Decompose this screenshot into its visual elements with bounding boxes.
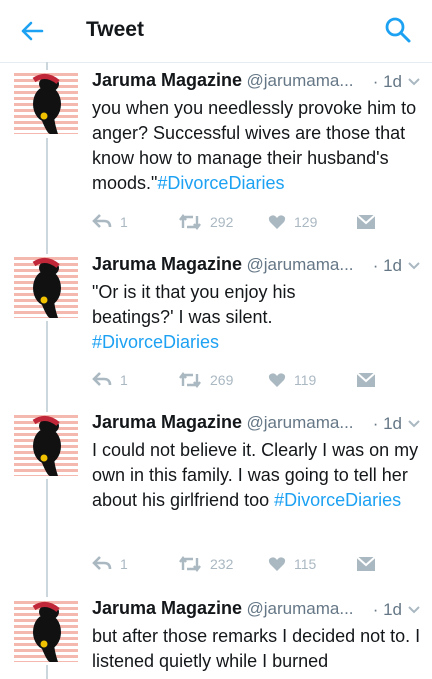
timestamp: · 1d (372, 72, 402, 91)
author-name[interactable]: Jaruma Magazine (92, 70, 242, 90)
back-button[interactable] (16, 15, 48, 47)
retweet-count: 292 (210, 214, 234, 230)
avatar[interactable] (14, 412, 78, 476)
tweet-text: you when you needlessly provoke him to a… (92, 98, 417, 193)
page-title: Tweet (86, 18, 144, 41)
tweet-header: Jaruma Magazine @jarumama... · 1d (92, 254, 422, 278)
tweet-actions: 1 232 115 (92, 552, 422, 576)
chevron-down-icon[interactable] (406, 602, 422, 618)
like-count: 115 (294, 556, 317, 572)
author-name[interactable]: Jaruma Magazine (92, 598, 242, 618)
search-button[interactable] (382, 14, 414, 46)
like-count: 119 (294, 372, 317, 388)
reply-count: 1 (120, 556, 128, 572)
timestamp: · 1d (372, 256, 402, 275)
chevron-down-icon[interactable] (406, 74, 422, 90)
top-bar: Tweet (0, 0, 432, 63)
reply-icon (92, 372, 112, 386)
retweet-icon (179, 372, 201, 388)
retweet-count: 269 (210, 372, 234, 388)
tweet-actions: 1 269 119 (92, 368, 422, 392)
avatar[interactable] (14, 70, 78, 134)
hashtag-link[interactable]: #DivorceDiaries (157, 173, 284, 193)
tweet-header: Jaruma Magazine @jarumama... · 1d (92, 598, 422, 622)
tweet-actions: 1 292 129 (92, 210, 422, 234)
reply-count: 1 (120, 372, 128, 388)
retweet-button[interactable]: 292 (178, 210, 233, 234)
like-button[interactable]: 129 (268, 210, 317, 234)
reply-button[interactable]: 1 (92, 552, 128, 576)
reply-count: 1 (120, 214, 128, 230)
tweet[interactable]: Jaruma Magazine @jarumama... · 1d but af… (0, 598, 432, 679)
author-handle[interactable]: @jarumama... (247, 71, 354, 90)
reply-icon (92, 556, 112, 570)
author-name[interactable]: Jaruma Magazine (92, 412, 242, 432)
author-handle[interactable]: @jarumama... (247, 413, 354, 432)
retweet-button[interactable]: 232 (178, 552, 233, 576)
dm-button[interactable] (356, 210, 376, 234)
like-button[interactable]: 115 (268, 552, 316, 576)
timestamp: · 1d (372, 414, 402, 433)
hashtag-link[interactable]: #DivorceDiaries (92, 332, 219, 352)
chevron-down-icon[interactable] (406, 258, 422, 274)
tweet-text: "Or is it that you enjoy his beatings?' … (92, 282, 296, 352)
retweet-button[interactable]: 269 (178, 368, 233, 392)
hashtag-link[interactable]: #DivorceDiaries (274, 490, 401, 510)
chevron-down-icon[interactable] (406, 416, 422, 432)
tweet[interactable]: Jaruma Magazine @jarumama... · 1d I coul… (0, 412, 432, 582)
tweet[interactable]: Jaruma Magazine @jarumama... · 1d "Or is… (0, 254, 432, 404)
heart-icon (268, 215, 286, 229)
tweet-header: Jaruma Magazine @jarumama... · 1d (92, 412, 422, 436)
thread-line (46, 62, 48, 70)
tweet[interactable]: Jaruma Magazine @jarumama... · 1d you wh… (0, 70, 432, 240)
heart-icon (268, 557, 286, 571)
author-handle[interactable]: @jarumama... (247, 255, 354, 274)
like-button[interactable]: 119 (268, 368, 316, 392)
arrow-left-icon (21, 21, 44, 41)
author-handle[interactable]: @jarumama... (247, 599, 354, 618)
envelope-icon (356, 214, 376, 229)
search-icon (385, 17, 411, 43)
reply-button[interactable]: 1 (92, 368, 128, 392)
reply-icon (92, 214, 112, 228)
avatar[interactable] (14, 254, 78, 318)
retweet-count: 232 (210, 556, 234, 572)
like-count: 129 (294, 214, 318, 230)
tweet-text: I could not believe it. Clearly I was on… (92, 440, 419, 510)
envelope-icon (356, 556, 376, 571)
tweet-text: but after those remarks I decided not to… (92, 626, 421, 671)
heart-icon (268, 373, 286, 387)
dm-button[interactable] (356, 368, 376, 392)
tweet-header: Jaruma Magazine @jarumama... · 1d (92, 70, 422, 94)
retweet-icon (179, 556, 201, 572)
author-name[interactable]: Jaruma Magazine (92, 254, 242, 274)
retweet-icon (179, 214, 201, 230)
reply-button[interactable]: 1 (92, 210, 128, 234)
envelope-icon (356, 372, 376, 387)
timestamp: · 1d (372, 600, 402, 619)
avatar[interactable] (14, 598, 78, 662)
dm-button[interactable] (356, 552, 376, 576)
